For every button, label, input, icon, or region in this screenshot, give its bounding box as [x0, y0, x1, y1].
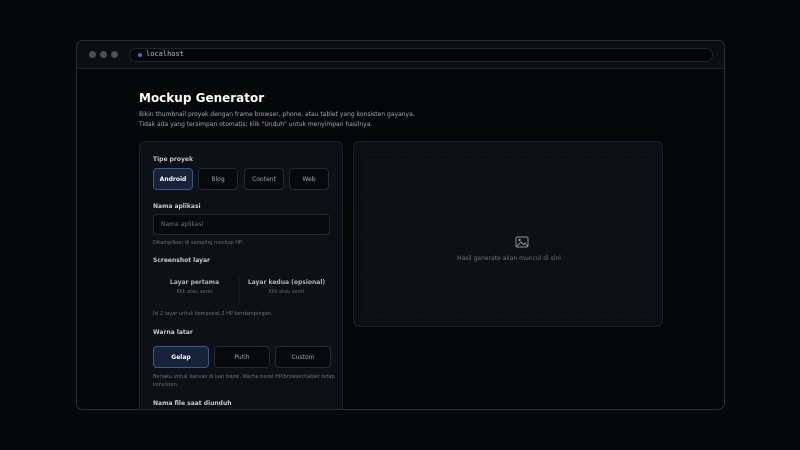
screenshots-label: Screenshot layar — [153, 257, 211, 264]
app-name-label: Nama aplikasi — [153, 203, 201, 210]
app-name-hint: Ditampilkan di samping mockup HP. — [153, 240, 243, 246]
upload-second-title: Layar kedua (opsional) — [247, 279, 326, 286]
screenshots-hint: Isi 2 layar untuk komposisi 2 HP berdamp… — [153, 311, 273, 317]
type-option-content[interactable]: Content — [244, 168, 284, 190]
preview-placeholder: Hasil generate akan muncul di sini — [457, 255, 561, 262]
background-hint: Berlaku untuk kanvas di luar bezel. Warn… — [153, 374, 335, 388]
project-type-label: Tipe proyek — [153, 156, 193, 163]
bg-option-dark[interactable]: Gelap — [153, 346, 209, 368]
upload-divider — [239, 276, 240, 304]
image-icon — [515, 233, 529, 252]
window-minimize-dot[interactable] — [100, 51, 107, 58]
background-label: Warna latar — [153, 329, 193, 336]
filename-label: Nama file saat diunduh — [153, 400, 232, 407]
page-title: Mockup Generator — [139, 91, 265, 105]
page-description: Bikin thumbnail proyek dengan frame brow… — [139, 111, 415, 128]
preview-panel: Hasil generate akan muncul di sini — [353, 141, 663, 327]
url-text: localhost — [146, 50, 184, 58]
upload-first-screen[interactable]: Layar pertama Klik atau seret — [153, 274, 236, 306]
window-maximize-dot[interactable] — [111, 51, 118, 58]
secure-indicator-icon — [138, 53, 142, 57]
bg-option-custom[interactable]: Custom — [275, 346, 331, 368]
app-name-input[interactable] — [153, 214, 330, 235]
type-option-blog[interactable]: Blog — [198, 168, 238, 190]
type-option-android[interactable]: Android — [153, 168, 193, 190]
upload-second-screen[interactable]: Layar kedua (opsional) Klik atau seret — [245, 274, 328, 306]
window-close-dot[interactable] — [89, 51, 96, 58]
upload-second-subtitle: Klik atau seret — [268, 289, 305, 295]
preview-area: Hasil generate akan muncul di sini — [366, 154, 652, 316]
address-bar[interactable]: localhost — [129, 48, 713, 62]
upload-first-subtitle: Klik atau seret — [176, 289, 213, 295]
browser-window: localhost Mockup Generator Bikin thumbna… — [76, 40, 725, 410]
settings-panel: Tipe proyek Android Blog Content Web Nam… — [139, 141, 343, 409]
page-content: Mockup Generator Bikin thumbnail proyek … — [77, 69, 724, 409]
browser-titlebar: localhost — [77, 41, 724, 69]
bg-option-white[interactable]: Putih — [214, 346, 270, 368]
type-option-web[interactable]: Web — [289, 168, 329, 190]
upload-first-title: Layar pertama — [169, 279, 220, 286]
